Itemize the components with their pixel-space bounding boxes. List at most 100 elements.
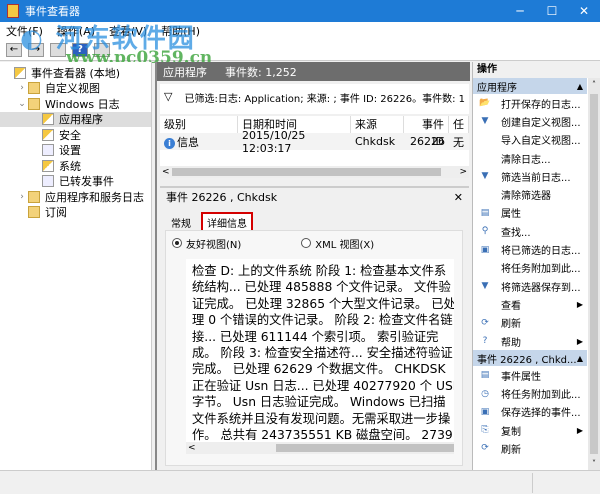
action-item[interactable]: ▼ 创建自定义视图... bbox=[473, 112, 587, 130]
action-item[interactable]: 导入自定义视图... bbox=[473, 131, 587, 149]
action-item[interactable]: ▤ 属性 bbox=[473, 204, 587, 222]
action-label: 事件属性 bbox=[501, 371, 541, 383]
action-item[interactable]: ⟳ 刷新 bbox=[473, 314, 587, 332]
submenu-arrow-icon: ▶ bbox=[576, 299, 583, 309]
actions-section-header[interactable]: 事件 26226 , Chkd... ▲ bbox=[473, 350, 587, 367]
folder-icon bbox=[28, 190, 40, 203]
collapse-icon[interactable]: ▲ bbox=[577, 354, 583, 363]
action-item[interactable]: ? 帮助 ▶ bbox=[473, 332, 587, 350]
log-icon bbox=[42, 113, 54, 126]
row-id: 26226 bbox=[410, 135, 445, 148]
action-item[interactable]: ⚲ 查找... bbox=[473, 222, 587, 240]
scroll-right-icon[interactable]: > bbox=[459, 167, 467, 177]
actions-scrollbar[interactable]: ˄ ˅ bbox=[588, 78, 600, 470]
row-datetime: 2015/10/25 12:03:17 bbox=[242, 128, 306, 155]
action-item[interactable]: 清除筛选器 bbox=[473, 185, 587, 203]
actions-header: 操作 bbox=[473, 62, 600, 78]
expand-arrow-icon[interactable]: ⌄ bbox=[16, 99, 28, 109]
action-icon: ▼ bbox=[481, 281, 489, 292]
col-event-id[interactable]: 事件 ID bbox=[404, 116, 449, 148]
submenu-arrow-icon: ▶ bbox=[576, 336, 583, 346]
action-label: 保存选择的事件... bbox=[501, 408, 581, 420]
tree-item[interactable]: 订阅 bbox=[0, 205, 151, 221]
radio-xml-label: XML 视图(X) bbox=[315, 239, 375, 251]
action-item[interactable]: ◷ 将任务附加到此... bbox=[473, 384, 587, 402]
action-item[interactable]: ▣ 保存选择的事件... bbox=[473, 403, 587, 421]
description-line: 作。 总共有 243735551 KB 磁盘空间。 273916 bbox=[192, 428, 454, 443]
action-icon bbox=[479, 152, 491, 164]
detail-close-icon[interactable]: ✕ bbox=[454, 191, 463, 204]
action-icon bbox=[479, 298, 491, 310]
action-item[interactable]: ▣ 将已筛选的日志... bbox=[473, 240, 587, 258]
collapse-icon[interactable]: ▲ bbox=[577, 82, 583, 91]
col-task[interactable]: 任务类别 bbox=[449, 116, 469, 133]
filter-text: 已筛选:日志: Application; 来源: ; 事件 ID: 26226。… bbox=[184, 94, 466, 105]
tree-item[interactable]: › 应用程序和服务日志 bbox=[0, 189, 151, 205]
action-icon: ▣ bbox=[480, 244, 490, 255]
action-label: 查找... bbox=[501, 227, 531, 239]
description-line: 统结构... 已处理 485888 个文件记录。 文件验 bbox=[192, 280, 451, 295]
action-icon bbox=[479, 262, 491, 274]
events-table: 级别 日期和时间 来源 事件 ID 任务类别 i信息 2015/10/25 12… bbox=[160, 116, 469, 178]
action-item[interactable]: 查看 ▶ bbox=[473, 295, 587, 313]
maximize-button[interactable]: ☐ bbox=[536, 4, 568, 18]
action-item[interactable]: ▼ 将筛选器保存到... bbox=[473, 277, 587, 295]
radio-friendly-label: 友好视图(N) bbox=[186, 239, 242, 251]
description-line: 检查 D: 上的文件系统 阶段 1: 检查基本文件系 bbox=[192, 264, 447, 278]
app-icon bbox=[7, 4, 19, 18]
actions-section-header[interactable]: 应用程序 ▲ bbox=[473, 78, 587, 94]
action-item[interactable]: 📂 打开保存的日志... bbox=[473, 94, 587, 112]
tree-item[interactable]: 已转发事件 bbox=[0, 174, 151, 190]
event-description: 检查 D: 上的文件系统 阶段 1: 检查基本文件系 统结构... 已处理 485… bbox=[186, 259, 454, 454]
minimize-button[interactable]: ─ bbox=[504, 4, 536, 18]
action-icon: ⚲ bbox=[481, 226, 489, 237]
tree-label: 应用程序 bbox=[59, 113, 103, 127]
action-item[interactable]: 将任务附加到此... bbox=[473, 259, 587, 277]
action-item[interactable]: ⟳ 刷新 bbox=[473, 439, 587, 457]
action-icon: ▤ bbox=[480, 370, 490, 381]
action-label: 清除筛选器 bbox=[501, 191, 551, 203]
col-level[interactable]: 级别 bbox=[160, 116, 238, 133]
tree-item[interactable]: ⌄ Windows 日志 bbox=[0, 96, 151, 112]
action-label: 刷新 bbox=[501, 444, 521, 456]
log-icon bbox=[42, 175, 54, 188]
description-line: 理 0 个错误的文件记录。 阶段 2: 检查文件名链 bbox=[192, 313, 453, 328]
scroll-left-icon[interactable]: < bbox=[162, 167, 170, 177]
radio-xml-view[interactable]: XML 视图(X) bbox=[301, 236, 374, 251]
description-line: 字节。 Usn 日志验证完成。 Windows 已扫描 bbox=[192, 395, 446, 410]
tree-label: 应用程序和服务日志 bbox=[45, 190, 144, 204]
action-item[interactable]: ⎘ 复制 ▶ bbox=[473, 421, 587, 439]
action-item[interactable]: ▤ 事件属性 bbox=[473, 366, 587, 384]
expand-arrow-icon[interactable]: › bbox=[16, 83, 28, 93]
row-source: Chkdsk bbox=[355, 135, 396, 148]
description-hscrollbar[interactable]: < bbox=[186, 442, 454, 454]
description-line: 完成。 已处理 62629 个数据文件。 CHKDSK bbox=[192, 362, 446, 377]
log-icon bbox=[14, 66, 26, 79]
scroll-left-icon[interactable]: < bbox=[188, 443, 196, 453]
action-icon: ▼ bbox=[481, 116, 489, 127]
table-row[interactable]: i 信息 2015/10/25 12:03:17 Chkdsk 26226 无 bbox=[160, 129, 469, 155]
action-item[interactable]: 清除日志... bbox=[473, 149, 587, 167]
tree-item[interactable]: 安全 bbox=[0, 127, 151, 143]
expand-arrow-icon[interactable]: › bbox=[16, 192, 28, 202]
action-icon bbox=[479, 189, 491, 201]
close-button[interactable]: ✕ bbox=[568, 4, 600, 18]
action-label: 清除日志... bbox=[501, 154, 551, 166]
action-icon: ⟳ bbox=[481, 443, 489, 454]
tree-label: 订阅 bbox=[45, 206, 67, 220]
radio-friendly-view[interactable]: 友好视图(N) bbox=[172, 236, 241, 251]
tree-item[interactable]: › 自定义视图 bbox=[0, 81, 151, 97]
action-item[interactable]: ▼ 筛选当前日志... bbox=[473, 167, 587, 185]
tree-label: 安全 bbox=[59, 128, 81, 142]
table-hscrollbar[interactable]: < > bbox=[160, 166, 469, 178]
action-label: 查看 bbox=[501, 300, 521, 312]
col-source[interactable]: 来源 bbox=[351, 116, 404, 133]
description-line: 正在验证 Usn 日志... 已处理 40277920 个 USN bbox=[192, 378, 454, 393]
tab-general[interactable]: 常规 bbox=[167, 214, 195, 231]
tree-item[interactable]: 事件查看器 (本地) bbox=[0, 65, 151, 81]
tree-label: 已转发事件 bbox=[59, 175, 114, 189]
tree-label: 自定义视图 bbox=[45, 82, 100, 96]
tree-item[interactable]: 系统 bbox=[0, 158, 151, 174]
tree-item[interactable]: 应用程序 bbox=[0, 111, 151, 127]
tree-item[interactable]: 设置 bbox=[0, 143, 151, 159]
